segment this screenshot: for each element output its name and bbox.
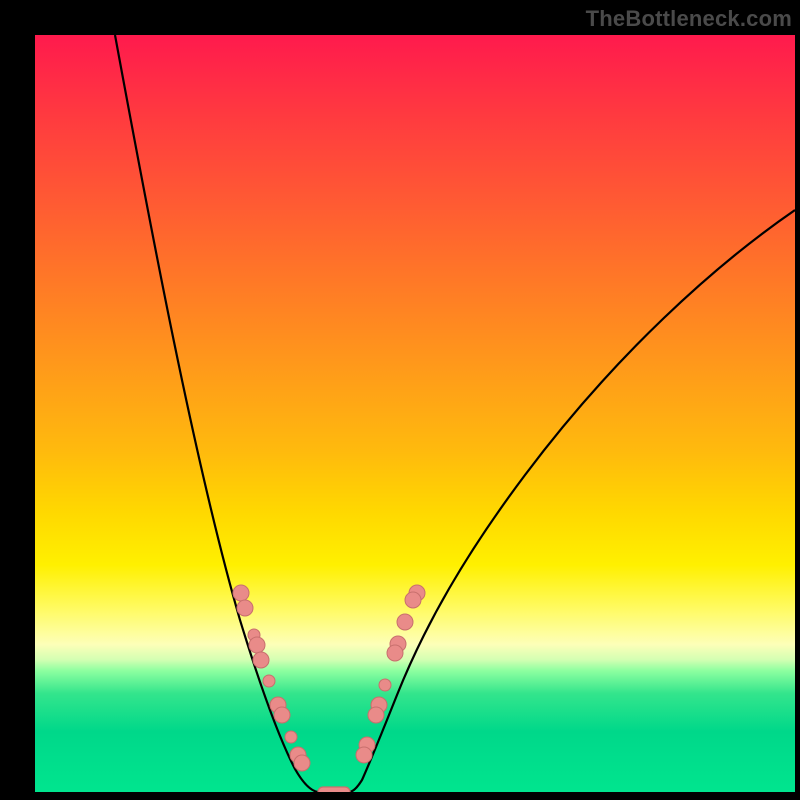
marker-dot bbox=[274, 707, 290, 723]
marker-dot bbox=[253, 652, 269, 668]
vertex-bar bbox=[318, 787, 350, 792]
right-curve bbox=[349, 210, 795, 792]
marker-dot bbox=[237, 600, 253, 616]
marker-dot bbox=[285, 731, 297, 743]
marker-dot bbox=[294, 755, 310, 771]
watermark-text: TheBottleneck.com bbox=[586, 6, 792, 32]
left-curve bbox=[115, 35, 318, 792]
chart-svg bbox=[35, 35, 795, 792]
markers-right bbox=[356, 585, 425, 763]
markers-left bbox=[233, 585, 310, 771]
marker-dot bbox=[368, 707, 384, 723]
marker-dot bbox=[233, 585, 249, 601]
plot-area bbox=[35, 35, 795, 792]
marker-dot bbox=[387, 645, 403, 661]
marker-dot bbox=[379, 679, 391, 691]
marker-dot bbox=[397, 614, 413, 630]
marker-dot bbox=[249, 637, 265, 653]
chart-frame: TheBottleneck.com bbox=[0, 0, 800, 800]
marker-dot bbox=[356, 747, 372, 763]
curve-group bbox=[115, 35, 795, 792]
marker-dot bbox=[263, 675, 275, 687]
marker-dot bbox=[405, 592, 421, 608]
